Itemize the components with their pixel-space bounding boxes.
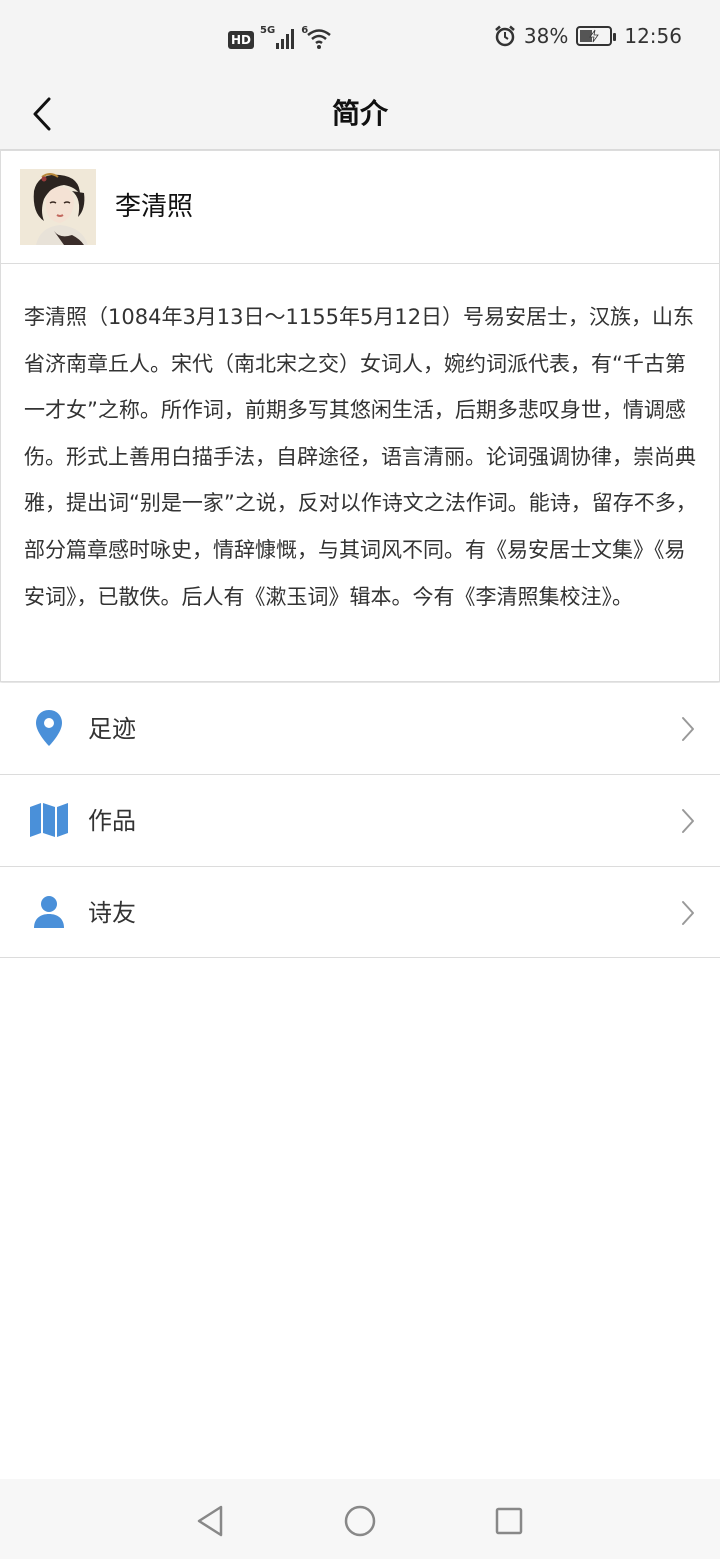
hd-badge: HD (228, 31, 255, 49)
home-circle-icon (344, 1505, 376, 1537)
chevron-right-icon (682, 809, 694, 833)
signal-icon (276, 29, 295, 49)
person-name: 李清照 (115, 192, 194, 222)
menu-item-footprints[interactable]: 足迹 (0, 683, 720, 775)
map-icon (28, 799, 70, 841)
menu-list: 足迹 作品 诗友 (0, 683, 720, 958)
menu-item-label: 作品 (88, 807, 136, 835)
battery-icon (576, 26, 617, 46)
avatar (20, 169, 96, 245)
charging-icon (589, 29, 600, 43)
portrait-image (20, 169, 96, 245)
menu-item-label: 足迹 (88, 715, 136, 743)
system-indicators: 38% 12:56 (494, 24, 682, 48)
battery-percent: 38% (523, 24, 569, 48)
recents-square-icon (495, 1507, 523, 1535)
back-triangle-icon (197, 1505, 223, 1537)
profile-card: 李清照 李清照（1084年3月13日～1155年5月12日）号易安居士，汉族，山… (0, 150, 720, 682)
profile-header: 李清照 (1, 151, 719, 264)
nav-back-button[interactable] (188, 1499, 232, 1543)
map-pin-icon (28, 707, 70, 749)
network-indicators: HD 5G 6 (228, 26, 332, 50)
chevron-right-icon (682, 901, 694, 925)
menu-item-poet-friends[interactable]: 诗友 (0, 867, 720, 958)
page-title: 简介 (331, 97, 388, 130)
system-nav-bar (0, 1479, 720, 1559)
nav-recents-button[interactable] (487, 1499, 531, 1543)
menu-item-works[interactable]: 作品 (0, 775, 720, 867)
app-header: 简介 (0, 78, 720, 150)
wifi-icon (307, 29, 331, 49)
person-icon (28, 891, 70, 933)
network-type: 5G (260, 25, 276, 36)
biography-text: 李清照（1084年3月13日～1155年5月12日）号易安居士，汉族，山东省济南… (24, 305, 697, 609)
alarm-icon (495, 25, 515, 47)
chevron-right-icon (682, 717, 694, 741)
clock: 12:56 (624, 24, 682, 48)
menu-item-label: 诗友 (88, 899, 136, 927)
nav-home-button[interactable] (338, 1499, 382, 1543)
status-bar: HD 5G 6 38% 12:56 (0, 0, 720, 78)
